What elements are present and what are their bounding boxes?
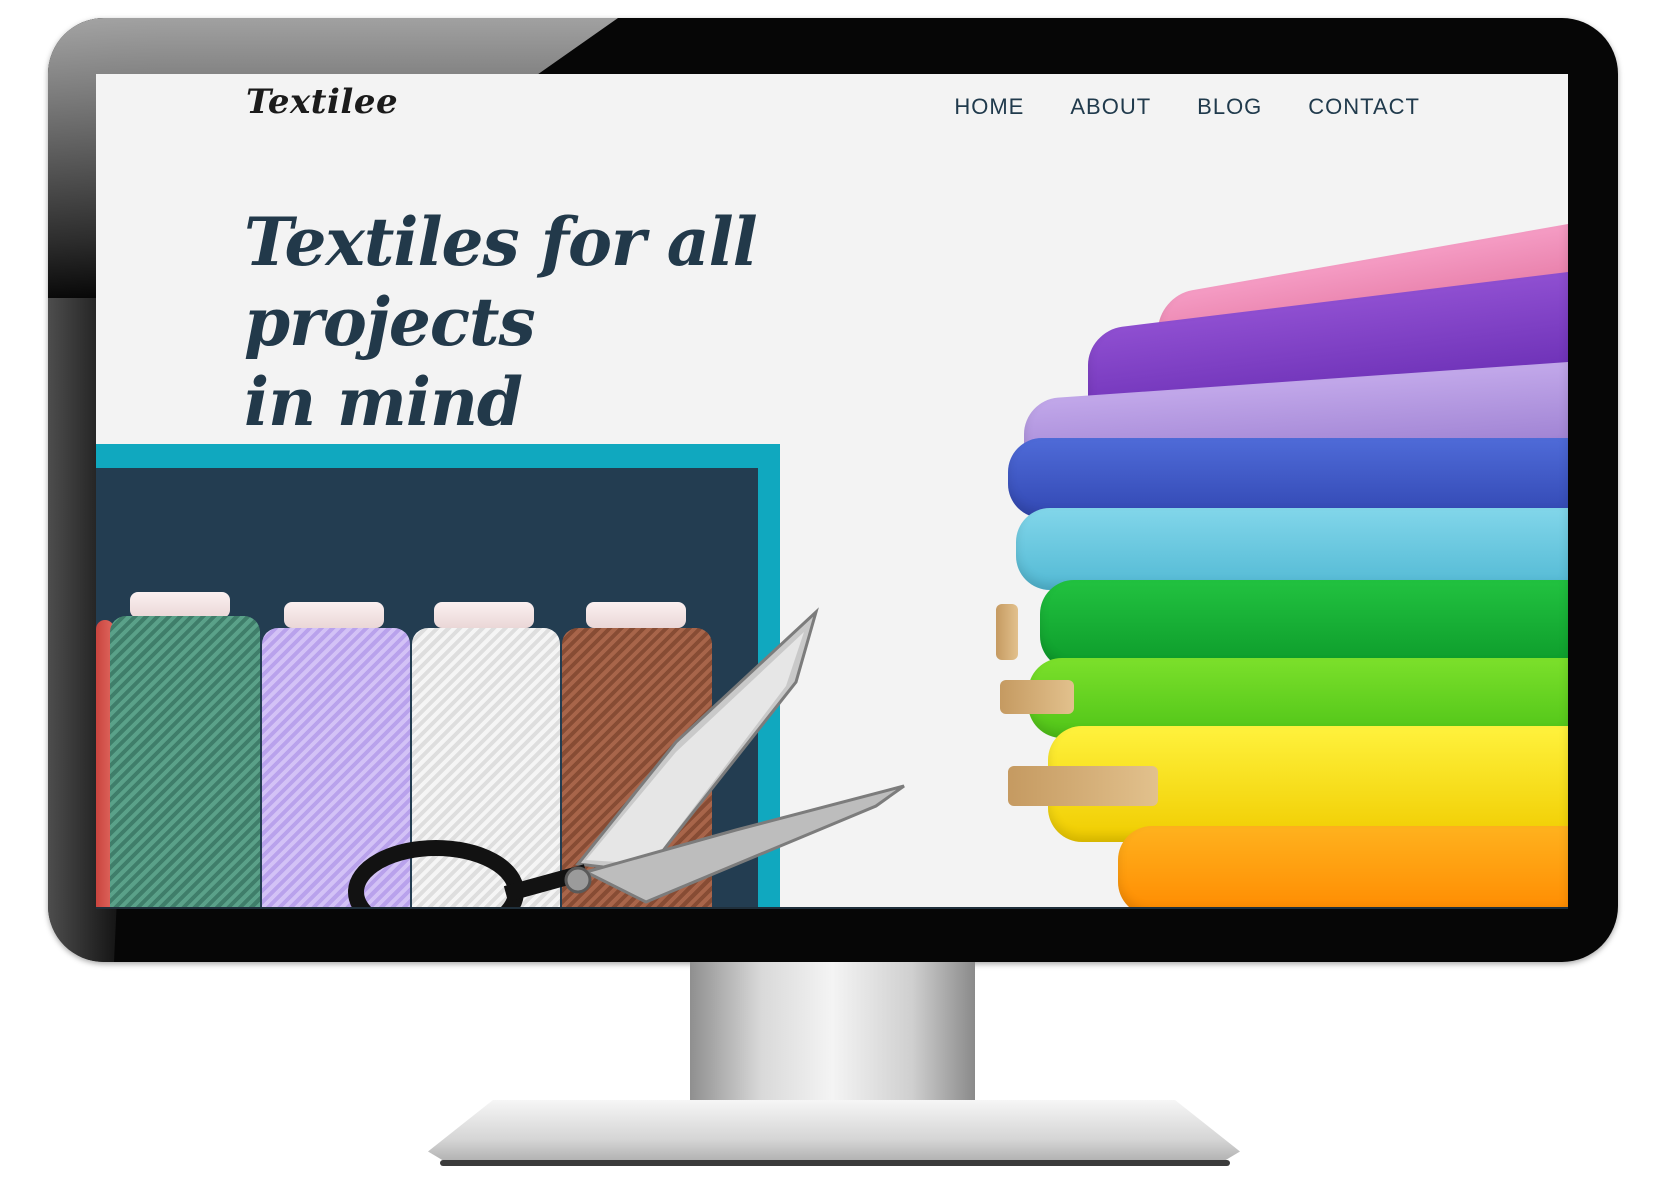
hero-headline-line-2: in mind xyxy=(244,363,523,441)
fabric-green-cardboard xyxy=(996,604,1018,660)
fabric-green xyxy=(1040,580,1568,670)
nav-item-home[interactable]: HOME xyxy=(954,94,1024,120)
nav-item-blog[interactable]: BLOG xyxy=(1197,94,1262,120)
fabric-orange xyxy=(1118,826,1568,909)
spool-green xyxy=(110,616,260,909)
spool-cap-green xyxy=(130,592,230,618)
monitor-stand-base-edge xyxy=(440,1160,1230,1166)
nav-item-about[interactable]: ABOUT xyxy=(1070,94,1151,120)
fabric-blue xyxy=(1008,438,1568,518)
top-navigation: Textilee HOME ABOUT BLOG CONTACT xyxy=(96,74,1568,144)
nav-menu: HOME ABOUT BLOG CONTACT xyxy=(954,94,1420,120)
screen-bottom-edge xyxy=(96,907,1568,909)
fabric-yellow-cardboard xyxy=(1008,766,1158,806)
scissors-icon xyxy=(348,607,905,909)
hero-headline-line-1: Textiles for all projects xyxy=(244,203,758,361)
fabric-light-blue xyxy=(1016,508,1568,590)
fabric-lime-cardboard xyxy=(1000,680,1074,714)
monitor-frame: Textilee HOME ABOUT BLOG CONTACT Textile… xyxy=(48,18,1618,962)
website-screen: Textilee HOME ABOUT BLOG CONTACT Textile… xyxy=(96,74,1568,909)
monitor-stand-base xyxy=(428,1100,1240,1166)
nav-item-contact[interactable]: CONTACT xyxy=(1308,94,1420,120)
site-logo[interactable]: Textilee xyxy=(246,82,398,122)
hero-headline: Textiles for all projects in mind xyxy=(244,202,1004,442)
